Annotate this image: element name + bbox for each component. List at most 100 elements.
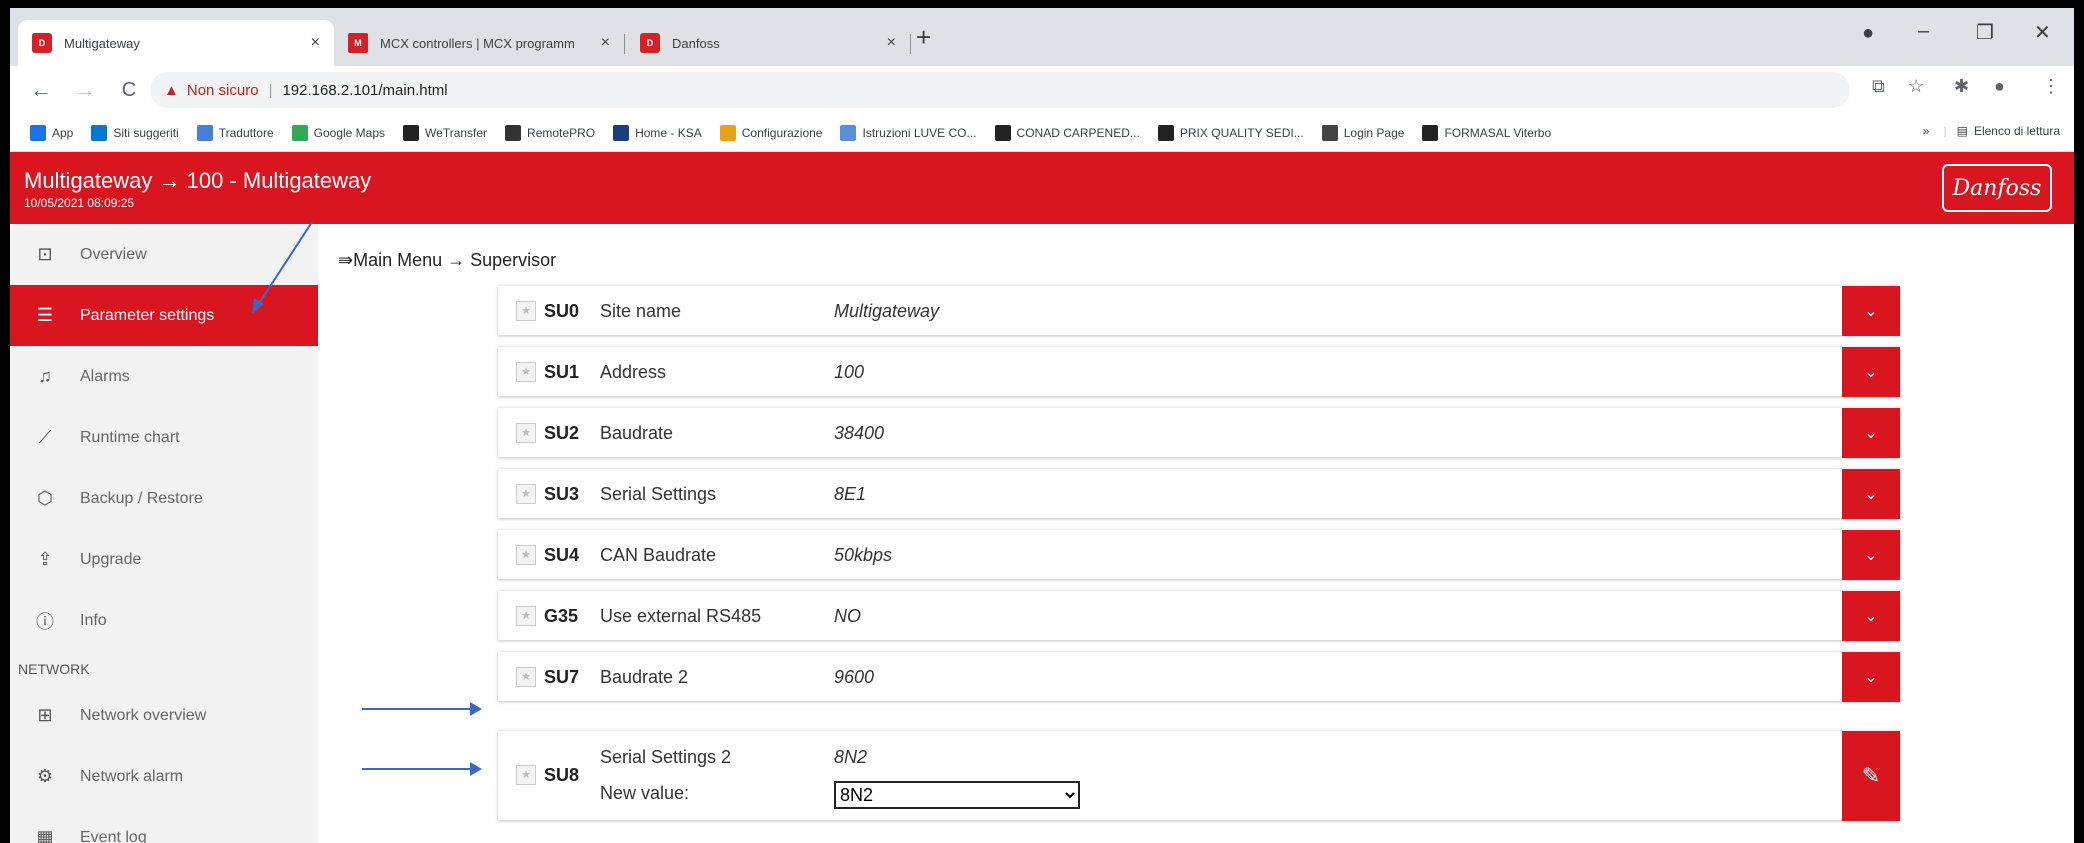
close-tab-icon[interactable]: × — [311, 34, 320, 52]
tab-separator — [624, 34, 625, 54]
expand-chevron-button[interactable]: ⌄ — [1842, 530, 1900, 580]
bookmark-item[interactable]: Siti suggeriti — [91, 124, 179, 141]
menu-dots-icon[interactable]: ⋮ — [2042, 76, 2060, 97]
expand-chevron-button[interactable]: ⌄ — [1842, 347, 1900, 397]
minimize-button[interactable]: – — [1918, 20, 1929, 43]
profile-circle-icon[interactable]: ● — [1862, 22, 1874, 45]
parameter-code: SU4 — [544, 545, 580, 565]
sidebar-item-network-alarm[interactable]: ⚙ Network alarm — [10, 746, 318, 807]
favorite-star-icon[interactable]: ★ — [516, 301, 536, 321]
expand-chevron-button[interactable]: ⌄ — [1842, 469, 1900, 519]
parameter-value: 50kbps — [834, 545, 893, 565]
bookmark-item[interactable]: RemotePRO — [505, 124, 596, 141]
alarm-gear-icon: ⚙ — [36, 766, 54, 786]
bookmark-label: Configurazione — [741, 125, 823, 140]
app-header: Multigateway → 100 - Multigateway 10/05/… — [10, 152, 2074, 224]
favorite-star-icon[interactable]: ★ — [516, 362, 536, 382]
edit-pencil-button[interactable]: ✎ — [1842, 731, 1900, 821]
close-tab-icon[interactable]: × — [601, 34, 610, 52]
parameter-name: CAN Baudrate — [600, 545, 717, 565]
bookmark-item[interactable]: PRIX QUALITY SEDI... — [1157, 124, 1304, 141]
parameter-row: ★ SU3 Serial Settings 8E1 ⌄ — [498, 468, 1900, 519]
divider: | — [1943, 124, 1947, 138]
bookmark-star-icon[interactable]: ☆ — [1908, 76, 1924, 97]
url-separator: | — [268, 81, 273, 99]
bookmark-item[interactable]: CONAD CARPENED... — [994, 124, 1140, 141]
sidebar-item-network-overview[interactable]: ⊞ Network overview — [10, 685, 318, 746]
bookmark-item[interactable]: Traduttore — [196, 124, 274, 141]
parameter-value: Multigateway — [834, 301, 940, 321]
favorite-star-icon[interactable]: ★ — [516, 423, 536, 443]
address-bar[interactable]: ▲ Non sicuro | 192.168.2.101/main.html — [150, 72, 1850, 108]
bookmark-item[interactable]: Home - KSA — [613, 124, 702, 141]
parameter-value: 100 — [834, 362, 865, 382]
danfoss-favicon: D — [32, 33, 52, 53]
forward-button[interactable]: → — [72, 77, 98, 103]
sidebar-item-info[interactable]: ⓘ Info — [10, 590, 318, 651]
bookmarks-right: » | ▤ Elenco di lettura — [1923, 124, 2060, 138]
reading-list-icon: ▤ — [1956, 124, 1968, 138]
parameter-name: Address — [600, 362, 667, 382]
tab-title: Multigateway — [64, 35, 140, 51]
close-tab-icon[interactable]: × — [887, 34, 896, 52]
bookmark-item[interactable]: Configurazione — [719, 124, 823, 141]
header-datetime: 10/05/2021 08:09:25 — [24, 196, 135, 210]
tab-mcx[interactable]: M MCX controllers | MCX programm × — [334, 20, 624, 66]
reload-button[interactable]: C — [116, 79, 142, 102]
parameter-code: G35 — [544, 606, 579, 626]
bookmark-item[interactable]: Istruzioni LUVE CO... — [840, 124, 977, 141]
restore-button[interactable]: ❐ — [1976, 20, 1994, 45]
sidebar-item-event-log[interactable]: ▦ Event log — [10, 807, 318, 843]
tab-title: MCX controllers | MCX programm — [380, 35, 575, 51]
parameter-value: 8N2 — [834, 747, 868, 767]
bookmark-item[interactable]: WeTransfer — [403, 124, 487, 141]
tb-icon — [994, 124, 1011, 141]
sidebar-item-label: Alarms — [80, 367, 130, 385]
upload-house-icon: ⇪ — [37, 549, 53, 569]
url-text[interactable]: 192.168.2.101/main.html — [282, 82, 447, 99]
sidebar-item-upgrade[interactable]: ⇪ Upgrade — [10, 529, 318, 590]
favorite-star-icon[interactable]: ★ — [516, 765, 536, 785]
profile-avatar-icon[interactable]: ● — [1994, 76, 2005, 97]
bookmark-item[interactable]: Google Maps — [291, 124, 385, 141]
bookmark-item[interactable]: Login Page — [1321, 124, 1404, 141]
close-window-button[interactable]: ✕ — [2034, 20, 2051, 45]
security-warning-label[interactable]: Non sicuro — [187, 82, 259, 99]
danfoss-favicon: D — [640, 33, 660, 53]
parameter-value: 8E1 — [834, 484, 867, 504]
favorite-star-icon[interactable]: ★ — [516, 484, 536, 504]
bookmark-label: RemotePRO — [527, 125, 596, 140]
expand-chevron-button[interactable]: ⌄ — [1842, 591, 1900, 641]
sidebar-item-label: Event log — [80, 828, 147, 843]
favorite-star-icon[interactable]: ★ — [516, 667, 536, 687]
parameter-row: ★ SU0 Site name Multigateway ⌄ — [498, 285, 1900, 336]
browser-toolbar: ← → C ▲ Non sicuro | 192.168.2.101/main.… — [10, 66, 2074, 114]
tab-multigateway[interactable]: D Multigateway × — [18, 20, 334, 66]
bookmark-label: Siti suggeriti — [113, 125, 179, 140]
bookmark-item[interactable]: App — [30, 124, 73, 141]
sidebar-item-runtime-chart[interactable]: ⟋ Runtime chart — [10, 407, 318, 468]
sidebar-item-alarms[interactable]: ♫ Alarms — [10, 346, 318, 407]
expand-chevron-button[interactable]: ⌄ — [1842, 286, 1900, 336]
translate-icon[interactable]: ⧉ — [1872, 76, 1885, 97]
expand-chevron-button[interactable]: ⌄ — [1842, 408, 1900, 458]
parameter-name: Serial Settings 2 — [600, 747, 732, 767]
bookmarks-overflow-button[interactable]: » — [1923, 124, 1930, 138]
tab-danfoss[interactable]: D Danfoss × — [626, 20, 910, 66]
reading-list-link[interactable]: Elenco di lettura — [1974, 124, 2060, 138]
parameter-code: SU2 — [544, 423, 580, 443]
new-tab-button[interactable]: + — [916, 22, 931, 53]
favorite-star-icon[interactable]: ★ — [516, 545, 536, 565]
expand-chevron-button[interactable]: ⌄ — [1842, 652, 1900, 702]
star-box-icon: ⊡ — [37, 244, 53, 264]
list-icon: ☰ — [36, 305, 54, 325]
extensions-icon[interactable]: ✱ — [1954, 76, 1969, 97]
back-button[interactable]: ← — [28, 77, 54, 103]
new-value-select[interactable]: 8N2 — [834, 781, 1080, 809]
sidebar-item-backup-restore[interactable]: ⬡ Backup / Restore — [10, 468, 318, 529]
sidebar-item-label: Network alarm — [80, 767, 184, 785]
favorite-star-icon[interactable]: ★ — [516, 606, 536, 626]
bookmark-label: PRIX QUALITY SEDI... — [1179, 125, 1304, 140]
bookmark-item[interactable]: FORMASAL Viterbo — [1422, 124, 1551, 141]
bing-icon — [91, 124, 108, 141]
